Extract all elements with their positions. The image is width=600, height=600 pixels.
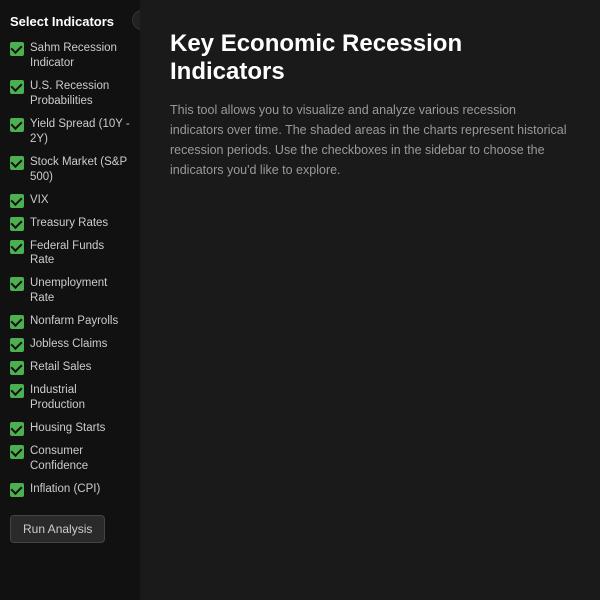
label-unemployment: Unemployment Rate [30,276,130,306]
label-fed-funds: Federal Funds Rate [30,239,130,269]
label-industrial: Industrial Production [30,383,130,413]
sidebar-item-treasury[interactable]: Treasury Rates [10,216,130,231]
label-nonfarm: Nonfarm Payrolls [30,314,118,329]
checkbox-fed-funds[interactable] [10,240,24,254]
checkbox-consumer[interactable] [10,445,24,459]
page-description: This tool allows you to visualize and an… [170,100,570,180]
checkbox-us-recession[interactable] [10,80,24,94]
sidebar-item-housing[interactable]: Housing Starts [10,421,130,436]
label-consumer: Consumer Confidence [30,444,130,474]
sidebar-item-consumer[interactable]: Consumer Confidence [10,444,130,474]
sidebar-item-unemployment[interactable]: Unemployment Rate [10,276,130,306]
indicators-list: Sahm Recession Indicator U.S. Recession P… [10,41,130,505]
label-sahm: Sahm Recession Indicator [30,41,130,71]
sidebar-item-fed-funds[interactable]: Federal Funds Rate [10,239,130,269]
label-housing: Housing Starts [30,421,105,436]
checkbox-housing[interactable] [10,422,24,436]
checkbox-unemployment[interactable] [10,277,24,291]
sidebar-item-us-recession[interactable]: U.S. Recession Probabilities [10,79,130,109]
checkbox-industrial[interactable] [10,384,24,398]
checkbox-vix[interactable] [10,194,24,208]
sidebar-item-stock-market[interactable]: Stock Market (S&P 500) [10,155,130,185]
checkbox-sahm[interactable] [10,42,24,56]
main-content: Key Economic Recession Indicators This t… [140,0,600,600]
sidebar-item-inflation[interactable]: Inflation (CPI) [10,482,130,497]
sidebar-item-retail[interactable]: Retail Sales [10,360,130,375]
sidebar: ‹ Select Indicators Sahm Recession Indic… [0,0,140,600]
run-analysis-button[interactable]: Run Analysis [10,515,105,543]
collapse-button[interactable]: ‹ [132,10,140,30]
checkbox-retail[interactable] [10,361,24,375]
label-jobless: Jobless Claims [30,337,107,352]
checkbox-yield-spread[interactable] [10,118,24,132]
label-yield-spread: Yield Spread (10Y - 2Y) [30,117,130,147]
checkbox-inflation[interactable] [10,483,24,497]
checkbox-stock-market[interactable] [10,156,24,170]
sidebar-item-jobless[interactable]: Jobless Claims [10,337,130,352]
sidebar-item-industrial[interactable]: Industrial Production [10,383,130,413]
label-inflation: Inflation (CPI) [30,482,100,497]
sidebar-item-nonfarm[interactable]: Nonfarm Payrolls [10,314,130,329]
checkbox-treasury[interactable] [10,217,24,231]
sidebar-item-yield-spread[interactable]: Yield Spread (10Y - 2Y) [10,117,130,147]
label-us-recession: U.S. Recession Probabilities [30,79,130,109]
label-stock-market: Stock Market (S&P 500) [30,155,130,185]
label-treasury: Treasury Rates [30,216,108,231]
page-title: Key Economic Recession Indicators [170,30,570,86]
checkbox-jobless[interactable] [10,338,24,352]
sidebar-title: Select Indicators [10,14,130,29]
sidebar-item-sahm[interactable]: Sahm Recession Indicator [10,41,130,71]
label-vix: VIX [30,193,49,208]
label-retail: Retail Sales [30,360,91,375]
checkbox-nonfarm[interactable] [10,315,24,329]
sidebar-item-vix[interactable]: VIX [10,193,130,208]
